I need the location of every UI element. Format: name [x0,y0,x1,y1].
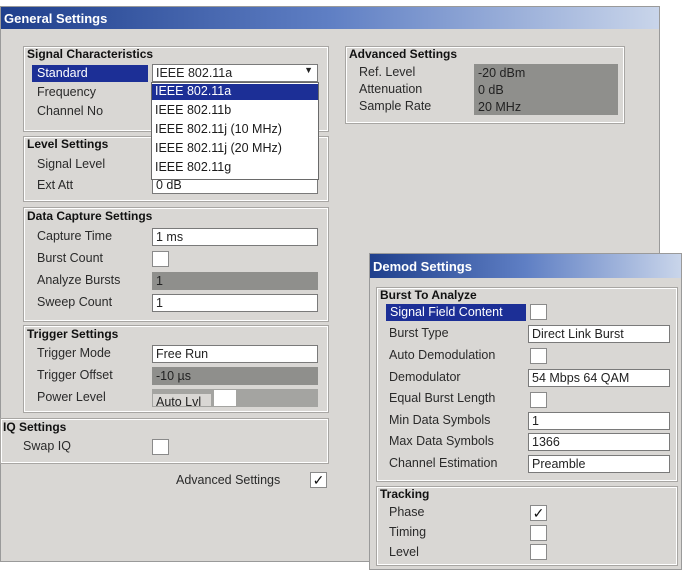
trigger-settings-header: Trigger Settings [27,327,119,341]
dropdown-option-11j-20mhz[interactable]: IEEE 802.11j (20 MHz) [152,141,318,157]
burst-type-label: Burst Type [389,326,449,340]
demod-settings-titlebar: Demod Settings [370,254,681,278]
min-data-symbols-label: Min Data Symbols [389,413,491,427]
trigger-mode-label: Trigger Mode [37,346,111,360]
standard-label[interactable]: Standard [32,65,148,82]
ref-level-field: -20 dBm [474,64,618,81]
equal-burst-length-checkbox[interactable] [530,392,547,408]
channel-no-label: Channel No [37,104,104,118]
auto-demodulation-label: Auto Demodulation [389,348,496,362]
timing-label: Timing [389,525,427,539]
attenuation-label: Attenuation [359,82,423,96]
dropdown-option-11g[interactable]: IEEE 802.11g [152,160,318,176]
max-data-symbols-field[interactable]: 1366 [528,433,670,451]
signal-field-content-label[interactable]: Signal Field Content [386,304,526,321]
power-level-value: Auto Lvl [153,394,211,406]
level-settings-header: Level Settings [27,137,109,151]
phase-label: Phase [389,505,425,519]
burst-count-checkbox[interactable] [152,251,169,267]
chevron-down-icon[interactable]: ▼ [304,65,313,75]
signal-level-label: Signal Level [37,157,106,171]
burst-type-field[interactable]: Direct Link Burst [528,325,670,343]
channel-estimation-field[interactable]: Preamble [528,455,670,473]
phase-checkbox[interactable]: ✓ [530,505,547,521]
analyze-bursts-field: 1 [152,272,318,290]
sweep-count-field[interactable]: 1 [152,294,318,312]
demodulator-label: Demodulator [389,370,461,384]
standard-dropdown-list: IEEE 802.11a IEEE 802.11b IEEE 802.11j (… [151,82,319,180]
min-data-symbols-field[interactable]: 1 [528,412,670,430]
channel-estimation-label: Channel Estimation [389,456,498,470]
capture-time-field[interactable]: 1 ms [152,228,318,246]
dropdown-option-11a[interactable]: IEEE 802.11a [152,84,318,100]
level-checkbox[interactable] [530,544,547,560]
max-data-symbols-label: Max Data Symbols [389,434,494,448]
advanced-settings-toggle-label: Advanced Settings [176,473,281,487]
analyze-bursts-label: Analyze Bursts [37,273,121,287]
power-level-label: Power Level [37,390,106,404]
standard-select[interactable]: IEEE 802.11a ▼ [152,64,318,82]
sample-rate-label: Sample Rate [359,99,432,113]
attenuation-field: 0 dB [474,81,618,98]
ext-att-value: 0 dB [156,178,182,192]
signal-characteristics-header: Signal Characteristics [27,47,154,61]
burst-to-analyze-header: Burst To Analyze [380,288,477,302]
auto-demodulation-checkbox[interactable] [530,348,547,364]
sample-rate-field: 20 MHz [474,98,618,115]
advanced-settings-header: Advanced Settings [349,47,458,61]
equal-burst-length-label: Equal Burst Length [389,391,496,405]
capture-time-label: Capture Time [37,229,113,243]
demod-settings-window: Demod Settings Burst To Analyze Signal F… [369,253,682,570]
ref-level-label: Ref. Level [359,65,416,79]
timing-checkbox[interactable] [530,525,547,541]
trigger-offset-field: -10 µs [152,367,318,385]
sweep-count-label: Sweep Count [37,295,113,309]
general-settings-titlebar: General Settings [1,7,659,29]
data-capture-header: Data Capture Settings [27,209,153,223]
ext-att-label: Ext Att [37,178,74,192]
swap-iq-label: Swap IQ [23,439,71,453]
burst-count-label: Burst Count [37,251,104,265]
trigger-mode-field[interactable]: Free Run [152,345,318,363]
dropdown-option-11b[interactable]: IEEE 802.11b [152,103,318,119]
frequency-label: Frequency [37,85,97,99]
tracking-header: Tracking [380,487,430,501]
iq-settings-header: IQ Settings [3,420,67,434]
standard-select-value: IEEE 802.11a [156,66,233,80]
level-label: Level [389,545,419,559]
swap-iq-checkbox[interactable] [152,439,169,455]
power-level-field: Auto Lvl [152,389,318,407]
trigger-offset-label: Trigger Offset [37,368,113,382]
advanced-settings-checkbox[interactable]: ✓ [310,472,327,488]
dropdown-option-11j-10mhz[interactable]: IEEE 802.11j (10 MHz) [152,122,318,138]
demodulator-field[interactable]: 54 Mbps 64 QAM [528,369,670,387]
signal-field-content-checkbox[interactable] [530,304,547,320]
power-level-spacer [214,390,237,406]
